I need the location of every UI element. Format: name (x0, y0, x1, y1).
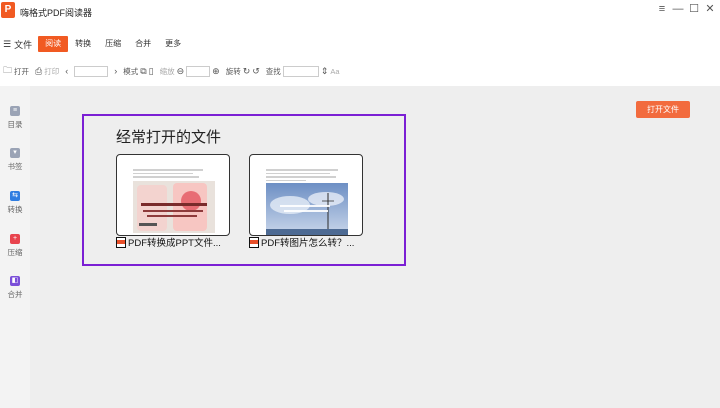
page-number-input[interactable] (74, 65, 109, 77)
rotate-cw-icon[interactable]: ↻ (243, 66, 251, 77)
thumbnail-image (266, 183, 348, 235)
zoom-label: 缩放 (159, 66, 175, 76)
find-label: 查找 (265, 66, 281, 76)
compress-icon: + (10, 234, 20, 244)
menu-bar: ☰ 文件 阅读 转换 压缩 合并 更多 (0, 36, 720, 52)
hamburger-icon: ☰ (3, 38, 12, 49)
file-menu-label: 文件 (14, 39, 33, 50)
maximize-icon[interactable]: ☐ (688, 3, 700, 15)
folder-icon: 🗀 (3, 65, 13, 75)
sidebar-item-compress[interactable]: + 压缩 (0, 234, 30, 258)
zoom-control: 缩放 ⊖ ⊕ (159, 65, 220, 77)
mode-label: 模式 (123, 66, 139, 76)
file-thumbnail (133, 167, 215, 235)
zoom-input[interactable] (186, 65, 211, 77)
print-label: 打印 (44, 66, 60, 76)
sidebar: ≡ 目录 ▾ 书签 ⇆ 转换 + 压缩 ◧ 合并 (0, 86, 30, 408)
prev-page-icon[interactable]: ‹ (65, 66, 68, 76)
sidebar-item-label: 压缩 (7, 248, 23, 257)
file-menu-toggle[interactable]: ☰ 文件 (3, 38, 32, 51)
double-page-icon[interactable]: ⧉ (140, 66, 146, 77)
title-bar: P 嗨格式PDF阅读器 ≡ — ☐ ✕ (0, 0, 720, 24)
single-page-icon[interactable]: ▯ (149, 66, 154, 77)
match-case-toggle[interactable]: Aa (330, 67, 339, 76)
recent-file-name[interactable]: PDF转图片怎么转？... (249, 236, 355, 249)
find-stepper-icon[interactable]: ⇕ (321, 66, 329, 77)
file-thumbnail (266, 167, 348, 235)
rotate-control: 旋转 ↻ ↺ (226, 66, 260, 77)
page-nav: ‹ › (65, 65, 117, 77)
recent-file-card[interactable] (116, 154, 230, 236)
pdf-file-icon (116, 236, 126, 248)
open-button[interactable]: 🗀 打开 (3, 63, 29, 79)
zoom-out-icon[interactable]: ⊖ (177, 66, 185, 77)
rotate-ccw-icon[interactable]: ↺ (252, 66, 260, 77)
app-logo-icon: P (1, 2, 15, 18)
next-page-icon[interactable]: › (114, 66, 117, 76)
sidebar-item-label: 目录 (7, 120, 23, 129)
convert-icon: ⇆ (10, 191, 20, 201)
menu-tab-more[interactable]: 更多 (158, 36, 188, 52)
find-input[interactable] (282, 65, 319, 77)
sidebar-item-convert[interactable]: ⇆ 转换 (0, 191, 30, 215)
find-control: 查找 ⇕ Aa (265, 65, 340, 77)
toolbar: 🗀 打开 ⎙ 打印 ‹ › 模式 ⧉ ▯ 缩放 ⊖ ⊕ 旋转 ↻ ↺ 查找 ⇕ … (0, 63, 720, 79)
sidebar-item-label: 转换 (7, 205, 23, 214)
sidebar-item-merge[interactable]: ◧ 合并 (0, 276, 30, 300)
menu-tab-merge[interactable]: 合并 (128, 36, 158, 52)
close-icon[interactable]: ✕ (704, 3, 716, 15)
recent-files-title: 经常打开的文件 (116, 128, 222, 146)
pdf-file-icon (249, 236, 259, 248)
sidebar-item-bookmark[interactable]: ▾ 书签 (0, 148, 30, 172)
file-name-label: PDF转图片怎么转？... (261, 238, 355, 249)
sidebar-item-toc[interactable]: ≡ 目录 (0, 106, 30, 130)
sidebar-item-label: 书签 (7, 162, 23, 171)
mode-control[interactable]: 模式 ⧉ ▯ (123, 66, 153, 77)
printer-icon: ⎙ (35, 65, 43, 76)
open-label: 打开 (14, 66, 30, 76)
zoom-in-icon[interactable]: ⊕ (212, 66, 220, 77)
bookmark-icon: ▾ (10, 148, 20, 158)
menu-tab-read[interactable]: 阅读 (38, 36, 69, 52)
recent-file-card[interactable] (249, 154, 363, 236)
rotate-label: 旋转 (225, 66, 241, 76)
merge-icon: ◧ (10, 276, 20, 286)
minimize-icon[interactable]: — (672, 3, 684, 15)
menu-tab-convert[interactable]: 转换 (68, 36, 98, 52)
sidebar-item-label: 合并 (7, 290, 23, 299)
recent-file-name[interactable]: PDF转换成PPT文件... (116, 236, 221, 249)
print-button[interactable]: ⎙ 打印 (35, 66, 59, 77)
window-controls: ≡ — ☐ ✕ (656, 3, 716, 15)
toc-icon: ≡ (10, 106, 20, 116)
file-name-label: PDF转换成PPT文件... (128, 238, 221, 249)
open-file-button[interactable]: 打开文件 (636, 101, 690, 118)
app-title: 嗨格式PDF阅读器 (20, 8, 93, 18)
menu-tab-compress[interactable]: 压缩 (98, 36, 128, 52)
menu-icon[interactable]: ≡ (656, 3, 668, 15)
thumbnail-image (133, 181, 215, 233)
